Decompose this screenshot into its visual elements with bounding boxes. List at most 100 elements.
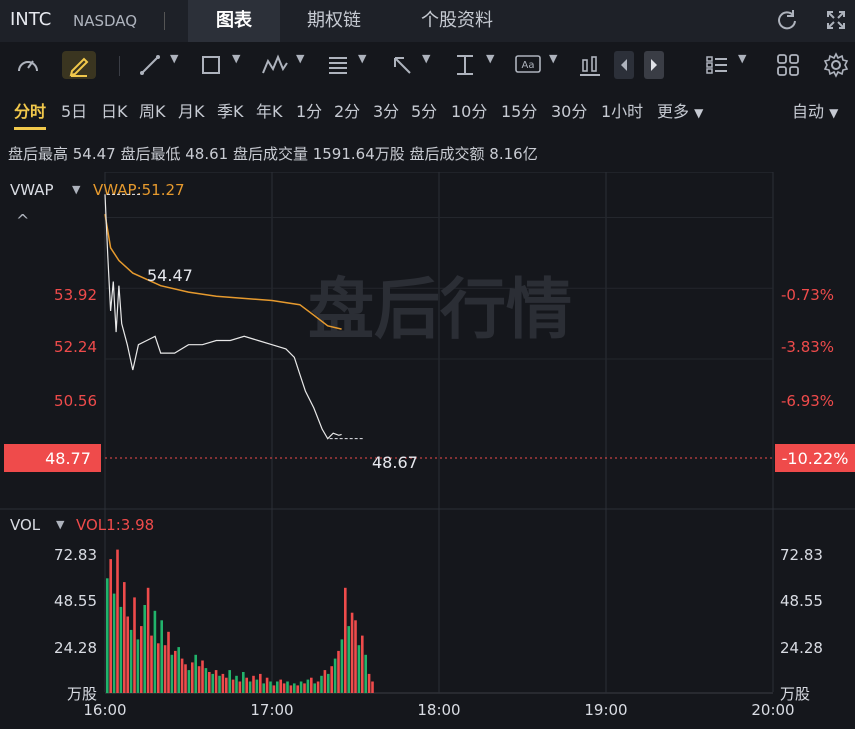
watermark: 盘后行情: [308, 271, 572, 348]
caret-down-icon[interactable]: ▼: [738, 52, 746, 65]
measure-icon[interactable]: [451, 51, 479, 79]
volume-bar: [293, 683, 296, 693]
volume-bar: [184, 664, 187, 693]
prev-icon[interactable]: [614, 51, 634, 79]
candle-icon[interactable]: [576, 51, 604, 79]
volume-bar: [310, 677, 313, 693]
period-10m[interactable]: 10分: [451, 98, 487, 122]
period-month[interactable]: 月K: [178, 98, 205, 122]
volume-bar: [255, 679, 259, 693]
gear-icon[interactable]: [822, 51, 850, 79]
tab-stock-profile[interactable]: 个股资料: [398, 0, 516, 42]
wave-icon[interactable]: [260, 51, 290, 79]
time-tick-label: 20:00: [751, 701, 794, 717]
volume-bar: [136, 639, 140, 693]
period-5m[interactable]: 5分: [411, 98, 437, 122]
period-quarter[interactable]: 季K: [217, 98, 244, 122]
caret-down-icon[interactable]: ▼: [232, 52, 240, 65]
volume-bar: [112, 593, 116, 694]
volume-bar: [259, 673, 262, 693]
drawing-toolbar: ▼ ▼ ▼ ▼ ▼ ▼ Aa ▼ ▼: [0, 42, 855, 88]
period-more[interactable]: 更多 ▼: [657, 98, 703, 122]
volume-bar: [361, 635, 364, 693]
volume-bar: [238, 681, 242, 693]
text-icon[interactable]: Aa: [514, 51, 542, 79]
pct-tick-label: -3.83%: [781, 338, 834, 356]
period-30m[interactable]: 30分: [551, 98, 587, 122]
pen-icon[interactable]: [62, 51, 96, 79]
caret-down-icon[interactable]: ▼: [296, 52, 304, 65]
period-15m[interactable]: 15分: [501, 98, 537, 122]
fib-icon[interactable]: [324, 51, 352, 79]
auto-scale-select[interactable]: 自动 ▼: [792, 98, 838, 122]
next-icon[interactable]: [644, 51, 664, 79]
caret-down-icon[interactable]: ▼: [170, 52, 178, 65]
pct-tick-label: -0.73%: [781, 286, 834, 304]
price-line: [104, 194, 342, 440]
list-icon[interactable]: [703, 51, 731, 79]
tab-options-chain[interactable]: 期权链: [288, 0, 380, 42]
vol-value: VOL1:3.98: [76, 516, 154, 534]
line-icon[interactable]: [136, 51, 164, 79]
volume-bar: [208, 672, 211, 693]
vol-tick-label: 72.83: [54, 546, 97, 564]
period-intraday[interactable]: 分时: [14, 98, 47, 130]
period-selector: 分时 5日 日K 周K 月K 季K 年K 1分 2分 3分 5分 10分 15分…: [0, 88, 855, 132]
period-day[interactable]: 日K: [101, 98, 128, 122]
period-2m[interactable]: 2分: [334, 98, 360, 122]
grid-icon[interactable]: [774, 51, 802, 79]
volume-bar: [262, 683, 265, 693]
symbol: INTC: [10, 9, 52, 30]
volume-bar: [106, 578, 109, 694]
volume-bar: [367, 673, 371, 693]
rect-icon[interactable]: [197, 51, 225, 79]
volume-bar: [313, 683, 316, 693]
caret-down-icon: ▼: [72, 183, 81, 196]
volume-bar: [303, 683, 306, 693]
time-tick-label: 19:00: [584, 701, 627, 717]
vertical-grid: [271, 172, 607, 693]
fullscreen-icon[interactable]: [823, 7, 849, 33]
divider: [119, 56, 120, 76]
tab-chart[interactable]: 图表: [188, 0, 280, 42]
volume-bar: [163, 645, 167, 693]
arrow-icon[interactable]: [388, 51, 416, 79]
volume-bar: [347, 626, 350, 693]
period-week[interactable]: 周K: [139, 98, 166, 122]
vol-tick-label: 24.28: [54, 639, 97, 657]
period-3m[interactable]: 3分: [373, 98, 399, 122]
volume-bar: [272, 685, 276, 694]
period-1m[interactable]: 1分: [296, 98, 322, 122]
period-year[interactable]: 年K: [256, 98, 283, 122]
volume-bar: [350, 612, 354, 693]
volume-bar: [330, 666, 333, 693]
intraday-chart[interactable]: VWAP ▼ VWAP:51.27 ^ 盘后行情 53.92 52.24 50.…: [0, 172, 855, 717]
volume-bar: [320, 675, 323, 693]
volume-bar: [191, 662, 194, 693]
refresh-icon[interactable]: [774, 7, 800, 33]
volume-bar: [248, 681, 252, 693]
period-5d[interactable]: 5日: [61, 98, 87, 122]
svg-text:Aa: Aa: [522, 60, 535, 71]
caret-down-icon[interactable]: ▼: [486, 52, 494, 65]
volume-bar: [279, 679, 282, 693]
volume-bar: [150, 635, 153, 693]
caret-down-icon[interactable]: ▼: [549, 52, 557, 65]
caret-down-icon[interactable]: ▼: [358, 52, 366, 65]
volume-bar: [323, 670, 327, 693]
volume-bar: [140, 626, 143, 693]
volume-bar: [245, 677, 248, 693]
time-tick-label: 16:00: [83, 701, 126, 717]
volume-bar: [282, 683, 286, 693]
caret-down-icon: ▼: [56, 518, 65, 531]
time-tick-label: 18:00: [417, 701, 460, 717]
volume-bar: [116, 549, 119, 693]
volume-bar: [187, 670, 191, 693]
gauge-icon[interactable]: [14, 51, 42, 79]
caret-down-icon[interactable]: ▼: [422, 52, 430, 65]
volume-bar: [143, 605, 146, 693]
volume-bar: [354, 620, 357, 693]
current-price: 48.77: [45, 449, 91, 468]
period-1h[interactable]: 1小时: [601, 98, 643, 122]
volume-bar: [269, 681, 272, 693]
